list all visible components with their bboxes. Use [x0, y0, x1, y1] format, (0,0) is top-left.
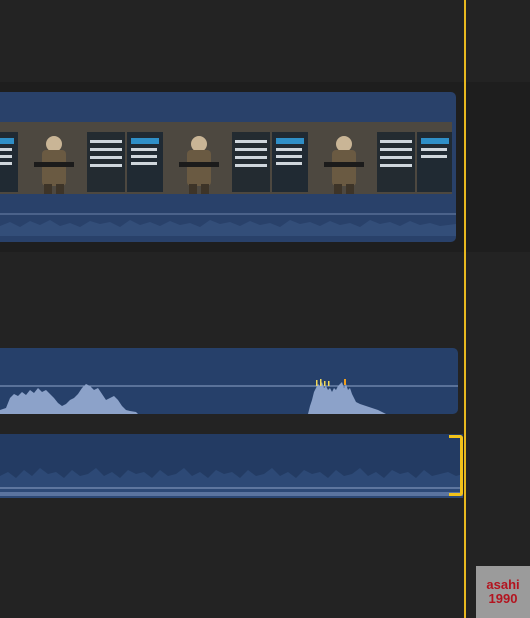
watermark: asahi 1990: [476, 566, 530, 618]
timeline-top-band: [0, 0, 530, 82]
audio-waveform: [0, 468, 463, 498]
video-clip[interactable]: [0, 92, 456, 242]
playhead[interactable]: [464, 0, 466, 618]
storyline-right-margin: [466, 82, 530, 252]
watermark-line-2: 1990: [488, 591, 518, 606]
audio-waveform: [0, 379, 458, 414]
audio-clip-2[interactable]: [0, 434, 463, 498]
filmstrip-frame: [127, 122, 272, 194]
audio-clip-1[interactable]: [0, 348, 458, 414]
trim-handle-right[interactable]: [449, 435, 463, 496]
filmstrip-frame: [0, 122, 127, 194]
filmstrip: [0, 122, 452, 194]
video-clip-audio-waveform: [0, 213, 456, 236]
watermark-line-1: asahi: [486, 577, 520, 592]
filmstrip-frame: [417, 122, 452, 194]
filmstrip-frame: [272, 122, 417, 194]
